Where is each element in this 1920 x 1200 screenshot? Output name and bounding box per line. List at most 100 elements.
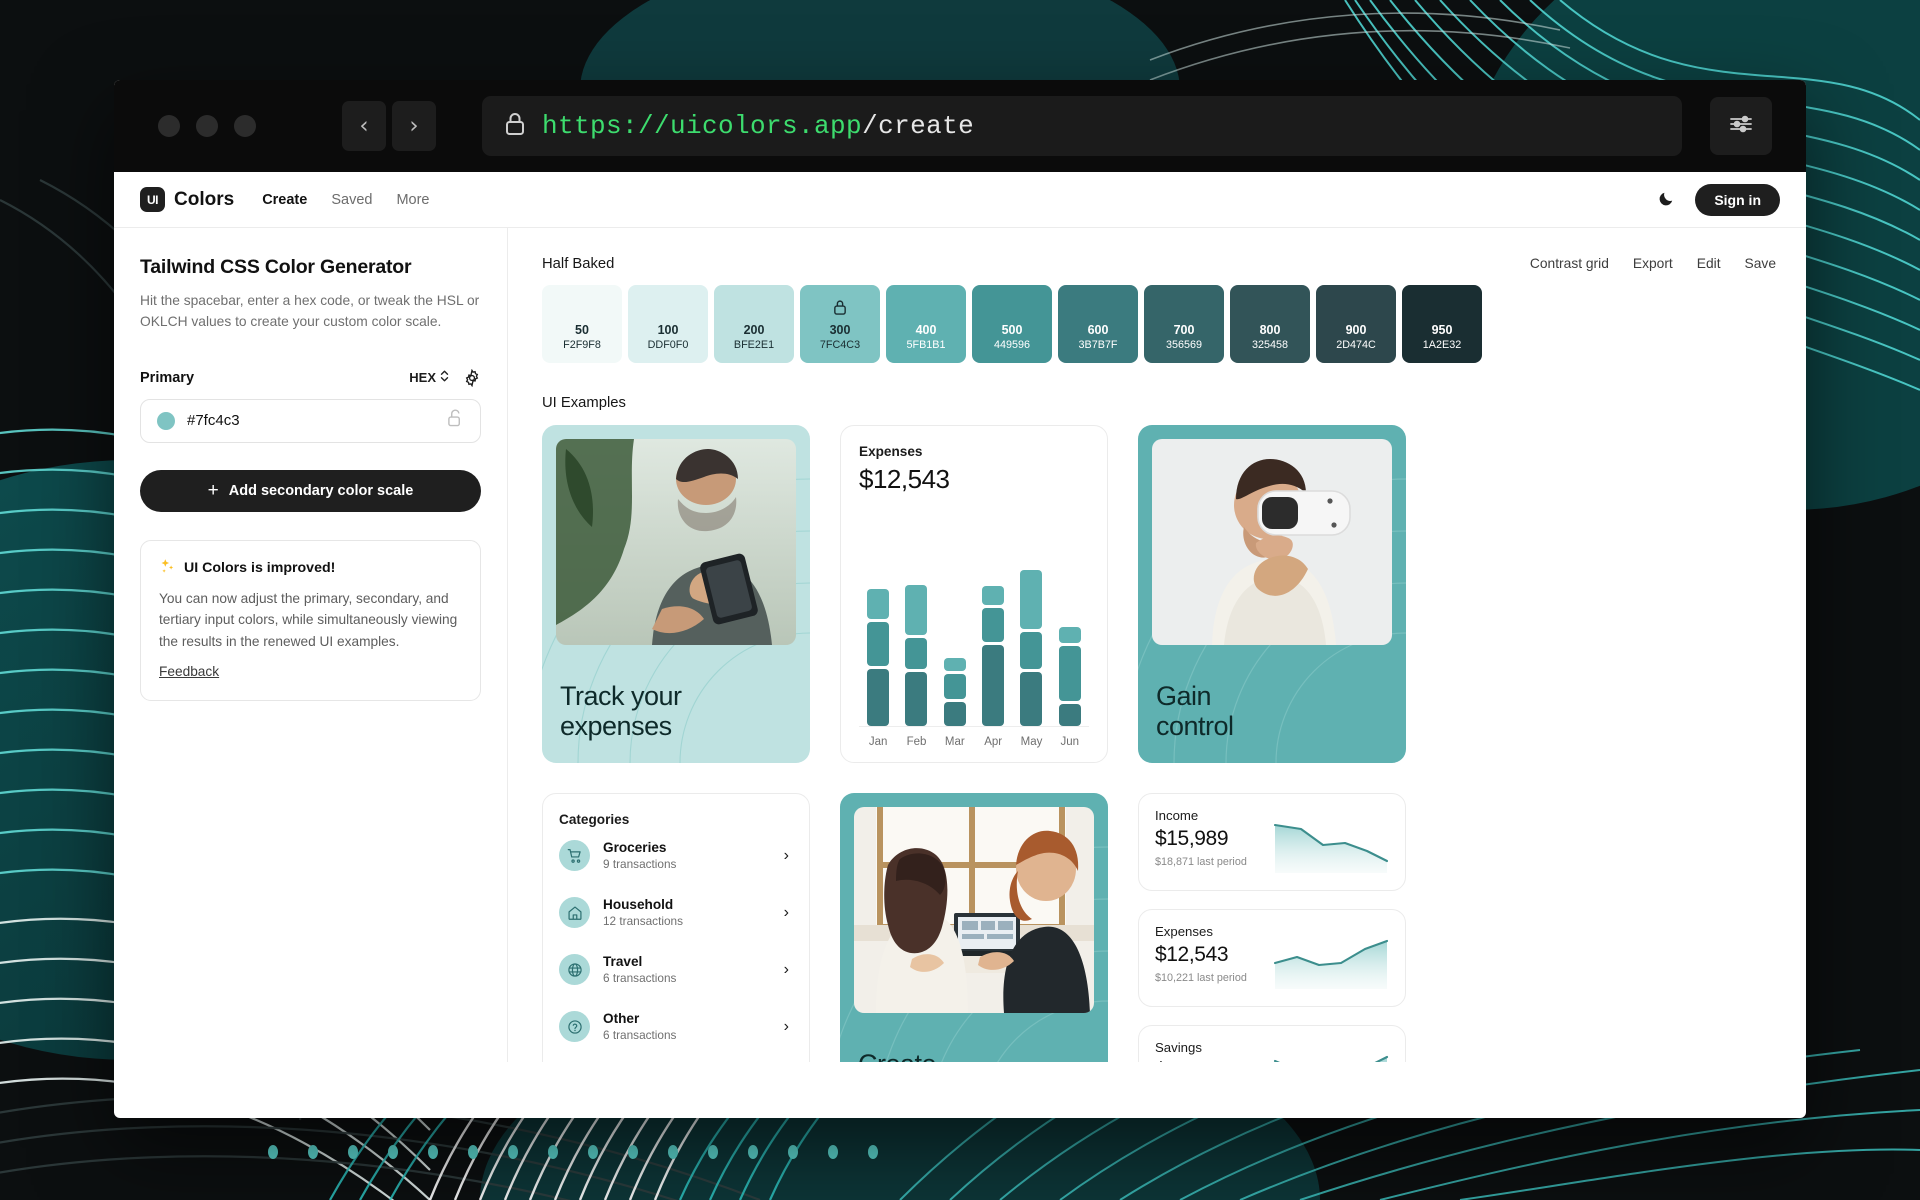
x-axis-label-may: May — [1020, 736, 1043, 748]
feedback-link[interactable]: Feedback — [159, 664, 219, 679]
color-swatch-300[interactable]: 300 7FC4C3 — [800, 285, 880, 363]
nav-link-saved[interactable]: Saved — [331, 192, 372, 208]
promo-title-track: Track your expenses — [560, 680, 682, 741]
contrast-grid-action[interactable]: Contrast grid — [1530, 256, 1609, 271]
expenses-chart-card: Expenses $12,543 Jan Feb Mar Apr May Jun — [840, 425, 1108, 763]
color-swatch-500[interactable]: 500 449596 — [972, 285, 1052, 363]
color-swatch-800[interactable]: 800 325458 — [1230, 285, 1310, 363]
color-swatch-700[interactable]: 700 356569 — [1144, 285, 1224, 363]
color-swatch-100[interactable]: 100 DDF0F0 — [628, 285, 708, 363]
plus-icon: + — [207, 480, 219, 502]
promo-card-track-expenses[interactable]: Track your expenses — [542, 425, 810, 763]
bar-column-feb — [897, 511, 935, 726]
swatch-step: 50 — [575, 322, 589, 337]
category-row[interactable]: Other 6 transactions › — [559, 998, 793, 1055]
sidebar: Tailwind CSS Color Generator Hit the spa… — [114, 228, 508, 1062]
color-format-select[interactable]: HEX — [409, 369, 449, 386]
scale-name: Half Baked — [542, 256, 615, 272]
stat-label-income: Income — [1155, 808, 1199, 823]
minimize-window-dot[interactable] — [196, 115, 218, 137]
stat-card-savings: Savings $5,210 — [1138, 1025, 1406, 1062]
bar-segment-light — [1058, 626, 1081, 643]
swatch-step: 500 — [1001, 322, 1023, 337]
home-icon — [559, 897, 590, 928]
color-scale-swatches: 50 F2F9F8 100 DDF0F0 200 BFE2E1 300 7FC4C3 400 5F… — [542, 285, 1776, 363]
nav-link-create[interactable]: Create — [262, 192, 307, 208]
category-row[interactable]: Groceries 9 transactions › — [559, 827, 793, 884]
photo-two-women-at-laptop — [854, 807, 1094, 1013]
browser-menu-button[interactable] — [1710, 97, 1772, 155]
promo-card-gain-control[interactable]: Gain control — [1138, 425, 1406, 763]
category-name: Household — [603, 897, 674, 912]
close-window-dot[interactable] — [158, 115, 180, 137]
categories-card: Categories Groceries 9 transactions › House… — [542, 793, 810, 1062]
improvement-notice: UI Colors is improved! You can now adjus… — [140, 539, 481, 701]
sparkline-expenses — [1273, 927, 1389, 989]
browser-window: ‹ › https://uicolors.app/create UI Color… — [114, 80, 1806, 1118]
color-swatch-900[interactable]: 900 2D474C — [1316, 285, 1396, 363]
swatch-hex: 5FB1B1 — [906, 339, 946, 352]
x-axis-label-jan: Jan — [868, 736, 888, 748]
url-path: /create — [862, 111, 975, 141]
unlock-icon[interactable] — [447, 409, 464, 433]
bar-segment-medium — [1058, 646, 1081, 702]
sign-in-button[interactable]: Sign in — [1695, 183, 1780, 216]
stat-previous-income: $18,871 last period — [1155, 856, 1247, 868]
swatch-step: 100 — [657, 322, 679, 337]
hex-input-value[interactable]: #7fc4c3 — [187, 412, 240, 429]
nav-link-more[interactable]: More — [396, 192, 429, 208]
lock-icon[interactable] — [833, 299, 848, 321]
address-bar[interactable]: https://uicolors.app/create — [482, 96, 1682, 156]
chevron-right-icon[interactable]: › — [784, 847, 789, 864]
sliders-icon — [1727, 112, 1755, 141]
category-row[interactable]: Travel 6 transactions › — [559, 941, 793, 998]
window-controls[interactable] — [158, 115, 256, 137]
chevron-right-icon[interactable]: › — [784, 904, 789, 921]
color-swatch-200[interactable]: 200 BFE2E1 — [714, 285, 794, 363]
category-row[interactable]: Household 12 transactions › — [559, 884, 793, 941]
maximize-window-dot[interactable] — [234, 115, 256, 137]
forward-button[interactable]: › — [392, 101, 436, 151]
swatch-hex: 325458 — [1251, 339, 1289, 352]
category-transactions: 9 transactions — [603, 857, 677, 871]
bar-column-jan — [859, 511, 897, 726]
color-swatch-600[interactable]: 600 3B7B7F — [1058, 285, 1138, 363]
color-swatch-50[interactable]: 50 F2F9F8 — [542, 285, 622, 363]
url-host: uicolors.app — [670, 111, 863, 141]
hex-input-field[interactable]: #7fc4c3 — [140, 398, 481, 443]
swatch-step: 900 — [1345, 322, 1367, 337]
swatch-hex: 2D474C — [1336, 339, 1376, 352]
brand[interactable]: UI Colors — [140, 187, 234, 212]
edit-action[interactable]: Edit — [1697, 256, 1721, 271]
bar-segment-light — [982, 586, 1005, 606]
add-secondary-color-scale-button[interactable]: + Add secondary color scale — [140, 469, 481, 512]
moon-icon[interactable] — [1658, 190, 1675, 210]
bar-segment-light — [905, 584, 928, 635]
swatch-hex: 356569 — [1165, 339, 1203, 352]
swatch-hex: DDF0F0 — [647, 339, 689, 352]
stat-card-expenses: Expenses $12,543 $10,221 last period — [1138, 909, 1406, 1007]
promo-title-budgets: Create budgets — [858, 1049, 951, 1062]
save-action[interactable]: Save — [1745, 256, 1776, 271]
chevron-right-icon[interactable]: › — [784, 961, 789, 978]
swatch-hex: 1A2E32 — [1422, 339, 1462, 352]
category-name: Travel — [603, 954, 643, 969]
stat-cards-column: Income $15,989 $18,871 last period Expen… — [1138, 793, 1406, 1062]
color-swatch-950[interactable]: 950 1A2E32 — [1402, 285, 1482, 363]
swatch-hex: 449596 — [993, 339, 1031, 352]
bar-segment-medium — [1020, 632, 1043, 669]
x-axis-label-feb: Feb — [906, 736, 927, 748]
brand-name: Colors — [174, 188, 235, 210]
back-button[interactable]: ‹ — [342, 101, 386, 151]
x-axis-label-mar: Mar — [944, 736, 965, 748]
promo-card-create-budgets[interactable]: Create budgets — [840, 793, 1108, 1062]
export-action[interactable]: Export — [1633, 256, 1673, 271]
gear-icon[interactable] — [463, 368, 481, 388]
category-name: Other — [603, 1011, 640, 1026]
color-swatch-400[interactable]: 400 5FB1B1 — [886, 285, 966, 363]
chevron-right-icon[interactable]: › — [784, 1018, 789, 1035]
page-title: Tailwind CSS Color Generator — [140, 256, 412, 278]
swatch-step: 800 — [1259, 322, 1281, 337]
stat-value-savings: $5,210 — [1155, 1059, 1217, 1062]
ui-examples-heading: UI Examples — [542, 395, 626, 411]
